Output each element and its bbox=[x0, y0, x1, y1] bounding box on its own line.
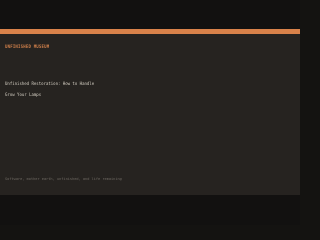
top-bar bbox=[0, 0, 300, 29]
bottom-bar bbox=[0, 195, 300, 225]
menu-item-lamps[interactable]: Grow Your Lamps bbox=[5, 92, 41, 97]
footer-tagline: Software, mother earth, unfinished, and … bbox=[5, 177, 122, 181]
main-panel bbox=[0, 34, 300, 195]
menu-item-restoration[interactable]: Unfinished Restoration: How to Handle bbox=[5, 81, 94, 86]
app-screen: UNFINISHED MUSEUM Unfinished Restoration… bbox=[0, 0, 300, 225]
brand-title: UNFINISHED MUSEUM bbox=[5, 44, 50, 49]
